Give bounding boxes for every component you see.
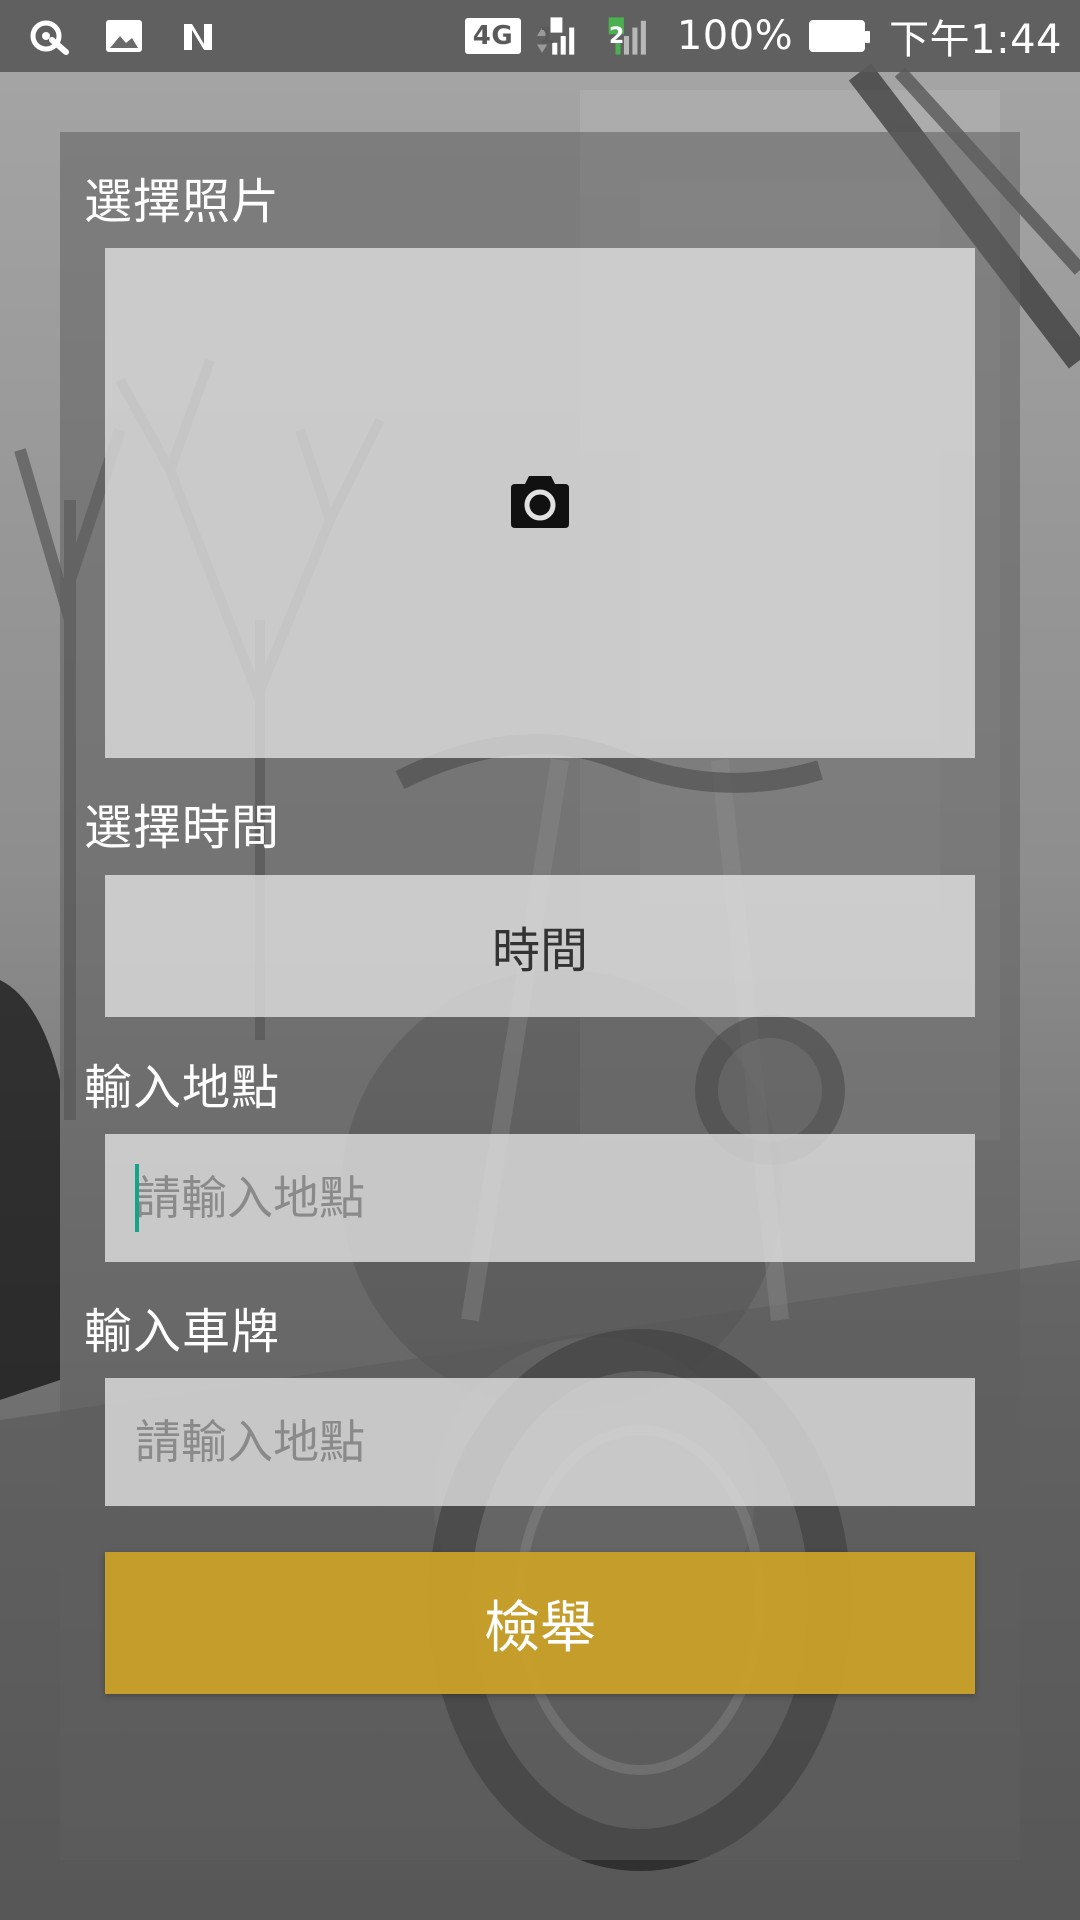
location-label: 輸入地點	[84, 1060, 281, 1116]
select-photo-label: 選擇照片	[84, 174, 281, 230]
battery-icon	[809, 20, 871, 52]
clock-time: 下午1:44	[889, 17, 1062, 63]
sim2-label: 2	[609, 23, 625, 49]
plate-input-container	[105, 1378, 975, 1506]
status-left-icons	[28, 14, 220, 58]
status-bar: 4G 1 2 100% 下午1:44	[0, 0, 1080, 72]
photo-picker[interactable]	[105, 248, 975, 758]
location-input[interactable]	[135, 1134, 975, 1262]
report-submit-button[interactable]: 檢舉	[105, 1552, 975, 1694]
location-input-container	[105, 1134, 975, 1262]
network-4g-icon: 4G	[464, 18, 522, 54]
nfc-icon	[176, 14, 220, 58]
battery-percent: 100%	[676, 13, 794, 59]
camera-icon	[509, 472, 571, 534]
select-time-label: 選擇時間	[84, 800, 281, 856]
sim1-label: 1	[539, 23, 555, 49]
status-right: 4G 1 2 100% 下午1:44	[464, 7, 1062, 65]
plate-input[interactable]	[135, 1378, 975, 1506]
settings-wrench-icon	[28, 14, 72, 58]
image-icon	[102, 14, 146, 58]
text-cursor	[135, 1164, 139, 1232]
plate-label: 輸入車牌	[84, 1304, 281, 1360]
time-picker-button[interactable]: 時間	[105, 875, 975, 1017]
